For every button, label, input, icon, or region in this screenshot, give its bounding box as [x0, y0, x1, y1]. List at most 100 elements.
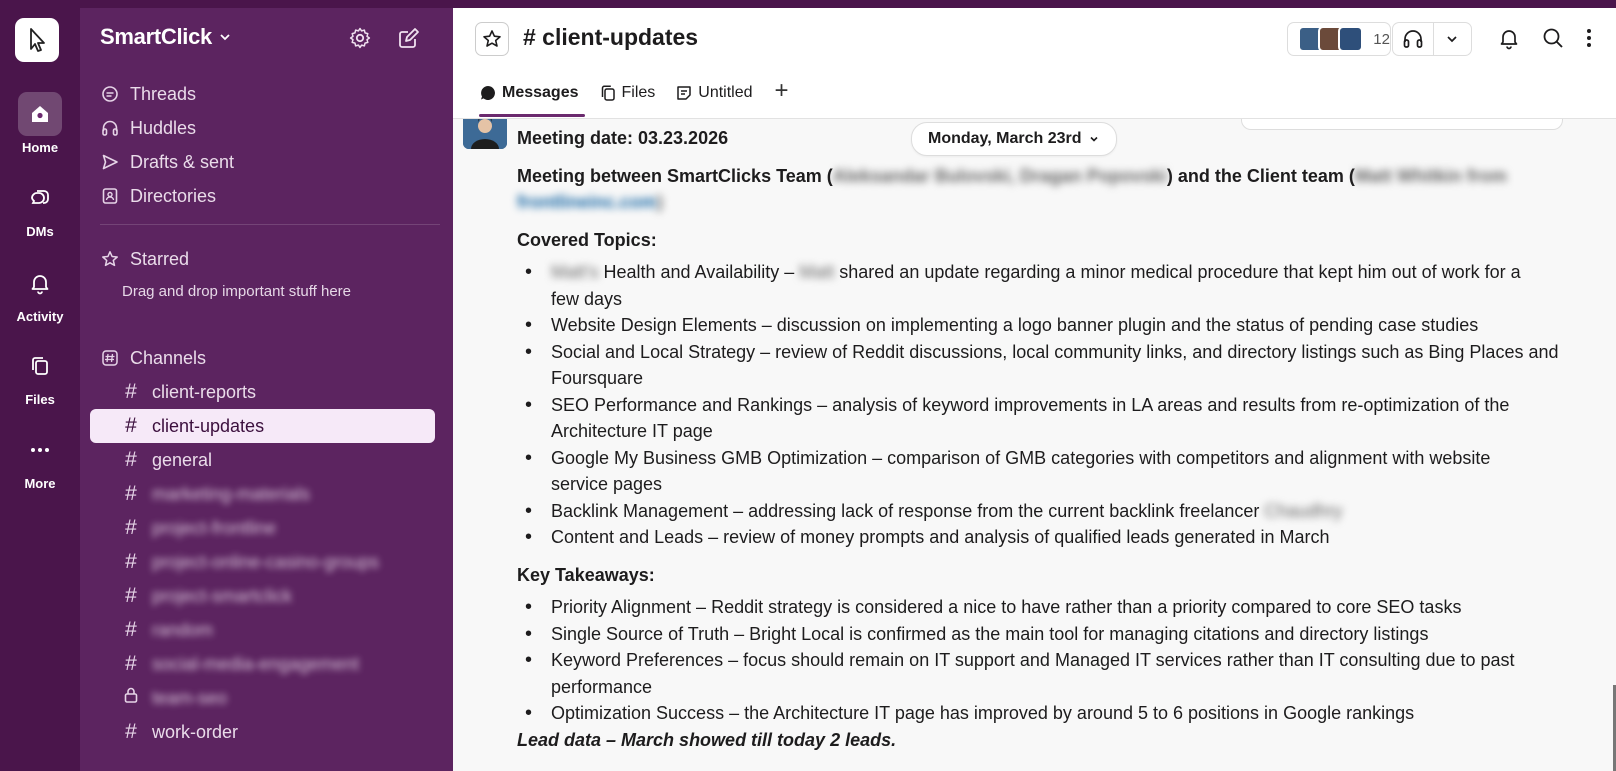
cursor-logo-icon	[30, 28, 45, 52]
key-takeaways-heading: Key Takeaways:	[517, 564, 655, 585]
workspace-rail: Home DMs Activity Files More	[0, 0, 80, 771]
channel-name: project-frontline	[152, 517, 277, 538]
star-channel-button[interactable]	[475, 22, 509, 56]
covered-topics-list: Matt's Health and Availability – Matt sh…	[517, 259, 1577, 551]
list-item-text: few days	[551, 288, 623, 309]
channel-tabs: Messages Files Untitled +	[469, 79, 801, 118]
list-item-text: Social and Local Strategy – review of Re…	[551, 341, 1559, 362]
sidebar-item-channel-blurred[interactable]: # project-frontline	[90, 511, 435, 545]
channel-name: social-media-engagement	[152, 653, 360, 674]
workspace-name: SmartClick	[100, 24, 212, 49]
sidebar-item-threads[interactable]: Threads	[90, 77, 435, 111]
sidebar-item-drafts[interactable]: Drafts & sent	[90, 145, 435, 179]
rail-home[interactable]: Home	[0, 92, 80, 155]
sidebar-item-channel-blurred[interactable]: # social-media-engagement	[90, 647, 435, 681]
hash-icon: #	[125, 414, 137, 437]
hash-icon: #	[125, 516, 137, 539]
channel-name: random	[152, 619, 214, 640]
sidebar-item-channel-blurred[interactable]: # marketing-materials	[90, 477, 435, 511]
sidebar-item-directories[interactable]: Directories	[90, 179, 435, 213]
rail-files[interactable]: Files	[0, 344, 80, 407]
sidebar-section-starred[interactable]: Starred	[90, 242, 435, 276]
list-item-text: Architecture IT page	[551, 421, 713, 441]
covered-topics-heading: Covered Topics:	[517, 229, 657, 250]
message-icon	[481, 86, 495, 100]
canvas-icon	[677, 86, 692, 100]
sidebar-item-label: Directories	[130, 185, 217, 206]
avatar[interactable]	[463, 119, 507, 149]
channel-view: # client-updates 12 Messages Files Untit…	[453, 8, 1616, 771]
home-icon	[18, 92, 62, 136]
star-icon	[483, 30, 501, 47]
hash-icon: #	[125, 720, 137, 743]
huddle-button[interactable]	[1392, 22, 1472, 56]
threads-icon	[100, 84, 120, 104]
lock-icon	[120, 686, 142, 710]
channel-header: # client-updates 12 Messages Files Untit…	[453, 8, 1616, 119]
sidebar-item-work-order[interactable]: # work-order	[90, 715, 435, 749]
kebab-menu-button[interactable]	[1579, 22, 1599, 54]
sidebar-item-channel-blurred[interactable]: # project-online-casino-groups	[90, 545, 435, 579]
redacted-link[interactable]: frontlineinc.com	[517, 192, 657, 212]
sidebar-item-client-updates[interactable]: # client-updates	[90, 409, 435, 443]
channel-sidebar: SmartClick Threads Huddles Drafts & sent…	[80, 8, 453, 771]
hash-icon: #	[125, 584, 137, 607]
sidebar-item-label: Threads	[130, 83, 197, 104]
list-item: Keyword Preferences – focus should remai…	[517, 647, 1577, 700]
list-item: SEO Performance and Rankings – analysis …	[517, 392, 1577, 445]
hash-icon: #	[125, 448, 137, 471]
tab-untitled[interactable]: Untitled	[665, 80, 762, 106]
list-item: Google My Business GMB Optimization – co…	[517, 445, 1577, 498]
date-divider-button[interactable]: Monday, March 23rd	[911, 122, 1117, 156]
sidebar-item-private-channel[interactable]: team-seo	[90, 681, 435, 715]
tab-messages[interactable]: Messages	[469, 80, 589, 106]
sidebar-item-general[interactable]: # general	[90, 443, 435, 477]
rail-more[interactable]: More	[0, 428, 80, 491]
list-item-text: Health and Availability –	[598, 262, 800, 282]
redacted-text: Matt's	[551, 262, 599, 282]
date-label: Monday, March 23rd	[928, 130, 1082, 147]
tab-files[interactable]: Files	[589, 80, 666, 106]
sidebar-item-client-reports[interactable]: # client-reports	[90, 375, 435, 409]
redacted-text: Matt Whitkin from	[1354, 165, 1507, 186]
list-item-text: Priority Alignment – Reddit strategy is …	[551, 597, 1462, 617]
add-tab-button[interactable]: +	[763, 79, 801, 103]
channel-name: client-updates	[152, 415, 265, 436]
sidebar-item-huddles[interactable]: Huddles	[90, 111, 435, 145]
compose-button[interactable]	[394, 24, 422, 52]
channel-name: project-smartclick	[152, 585, 293, 606]
gear-icon	[349, 27, 371, 49]
search-button[interactable]	[1537, 22, 1569, 54]
bell-icon	[1500, 30, 1518, 50]
members-button[interactable]: 12	[1287, 22, 1391, 56]
settings-button[interactable]	[346, 24, 374, 52]
list-item: Matt's Health and Availability – Matt sh…	[517, 259, 1577, 312]
list-item-text: Optimization Success – the Architecture …	[551, 703, 1415, 723]
workspace-logo[interactable]	[15, 18, 59, 62]
list-item-text: Foursquare	[551, 368, 644, 388]
rail-activity[interactable]: Activity	[0, 261, 80, 324]
chevron-down-icon[interactable]	[1434, 32, 1470, 46]
sidebar-section-channels[interactable]: Channels	[90, 341, 435, 375]
workspace-switcher[interactable]: SmartClick	[100, 24, 232, 50]
hash-icon: #	[125, 652, 137, 675]
starred-label: Starred	[130, 248, 190, 269]
star-icon	[100, 249, 120, 269]
channel-title: # client-updates	[523, 24, 699, 50]
sidebar-item-channel-blurred[interactable]: # project-smartclick	[90, 579, 435, 613]
sidebar-item-channel-blurred[interactable]: # random	[90, 613, 435, 647]
sidebar-divider	[100, 224, 440, 225]
hash-icon: #	[125, 482, 137, 505]
list-item-text: performance	[551, 676, 653, 697]
rail-more-label: More	[24, 476, 56, 491]
list-item-text: Single Source of Truth – Bright Local is…	[551, 623, 1429, 644]
notifications-button[interactable]	[1493, 22, 1525, 54]
directory-icon	[100, 186, 120, 206]
channel-name: project-online-casino-groups	[152, 551, 380, 572]
headphones-icon	[100, 118, 120, 138]
intro-text: Meeting between SmartClicks Team (	[517, 165, 833, 186]
list-item: Website Design Elements – discussion on …	[517, 312, 1577, 339]
rail-dms[interactable]: DMs	[0, 176, 80, 239]
starred-hint: Drag and drop important stuff here	[122, 283, 352, 300]
tab-label: Untitled	[698, 84, 753, 101]
